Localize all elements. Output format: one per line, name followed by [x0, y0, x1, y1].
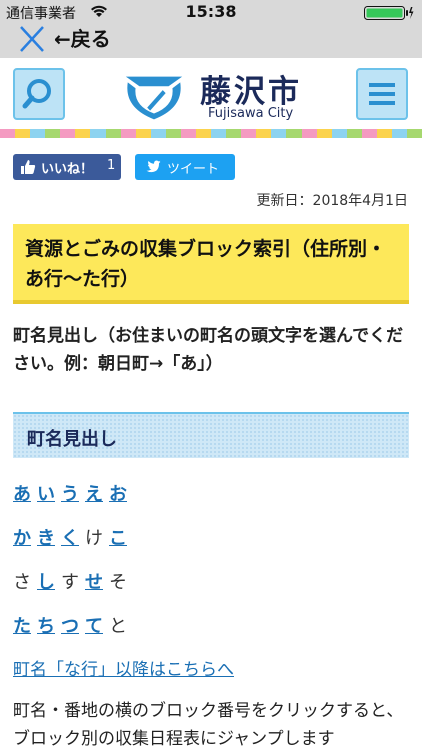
- section-heading-text: 町名見出し: [27, 429, 117, 450]
- decorative-stripe: [0, 129, 422, 138]
- stripe-segment: [331, 129, 347, 138]
- site-header: 藤沢市 Fujisawa City: [0, 58, 422, 128]
- kana-text: と: [109, 616, 127, 637]
- stripe-segment: [105, 129, 121, 138]
- stripe-segment: [180, 129, 197, 138]
- menu-button[interactable]: [356, 68, 408, 120]
- kana-row-sa: さしすせそ: [13, 568, 133, 594]
- city-logo[interactable]: 藤沢市 Fujisawa City: [120, 66, 320, 126]
- stripe-segment: [15, 129, 31, 138]
- page-title: 資源とごみの収集ブロック索引（住所別・あ行～た行）: [25, 238, 387, 290]
- stripe-segment: [407, 129, 422, 138]
- stripe-segment: [120, 129, 136, 138]
- stripe-segment: [256, 129, 272, 138]
- thumbs-up-icon: [21, 160, 36, 174]
- clock: 15:38: [185, 2, 237, 21]
- kana-text: そ: [109, 572, 127, 593]
- kana-link[interactable]: い: [37, 484, 55, 505]
- stripe-segment: [211, 129, 227, 138]
- page-title-box: 資源とごみの収集ブロック索引（住所別・あ行～た行）: [13, 224, 409, 304]
- stripe-segment: [241, 129, 257, 138]
- kana-link[interactable]: え: [85, 484, 103, 505]
- kana-link[interactable]: つ: [61, 616, 79, 637]
- kana-link[interactable]: く: [61, 528, 79, 549]
- section-heading: 町名見出し: [13, 412, 409, 458]
- kana-text: す: [61, 572, 79, 593]
- kana-link[interactable]: し: [37, 572, 55, 593]
- logo-text-en: Fujisawa City: [208, 106, 294, 121]
- search-button[interactable]: [13, 68, 65, 120]
- stripe-segment: [30, 129, 46, 138]
- updated-date: 更新日：2018年4月1日: [256, 193, 408, 209]
- stripe-segment: [60, 129, 76, 138]
- hamburger-icon: [369, 83, 395, 105]
- kana-text: さ: [13, 572, 31, 593]
- kana-link[interactable]: き: [37, 528, 55, 549]
- next-kana-group-link[interactable]: 町名「な行」以降はこちらへ: [13, 655, 234, 680]
- kana-link[interactable]: ち: [37, 616, 55, 637]
- kana-row-a: あいうえお: [13, 480, 133, 506]
- stripe-segment: [75, 129, 91, 138]
- logo-text-jp: 藤沢市: [200, 74, 302, 110]
- instruction-text: 町名・番地の横のブロック番号をクリックすると、ブロック別の収集日程表にジャンプし…: [13, 701, 404, 749]
- stripe-segment: [392, 129, 408, 138]
- stripe-segment: [316, 129, 332, 138]
- stripe-segment: [196, 129, 212, 138]
- like-label: いいね！: [41, 162, 94, 177]
- kana-link[interactable]: お: [109, 484, 127, 505]
- stripe-segment: [376, 129, 393, 138]
- kana-text: け: [85, 528, 103, 549]
- stripe-segment: [90, 129, 106, 138]
- stripe-segment: [271, 129, 287, 138]
- kana-link[interactable]: せ: [85, 572, 103, 593]
- tweet-label: ツイート: [167, 162, 220, 177]
- kana-link[interactable]: た: [13, 616, 31, 637]
- stripe-segment: [301, 129, 317, 138]
- page-description: 町名見出し（お住まいの町名の頭文字を選んでください。例：朝日町→「あ」）: [13, 326, 404, 374]
- kana-link[interactable]: て: [85, 616, 103, 637]
- fujisawa-emblem-icon: [125, 76, 183, 120]
- facebook-like-button[interactable]: いいね！ 1: [13, 154, 121, 180]
- kana-link[interactable]: う: [61, 484, 79, 505]
- battery-icon: [364, 6, 414, 20]
- kana-link[interactable]: か: [13, 528, 31, 549]
- stripe-segment: [165, 129, 181, 138]
- status-bar: 通信事業者 15:38: [0, 0, 422, 24]
- twitter-bird-icon: [146, 160, 161, 173]
- like-count: 1: [107, 158, 116, 173]
- back-button[interactable]: ←戻る: [54, 23, 111, 52]
- stripe-segment: [226, 129, 242, 138]
- stripe-segment: [286, 129, 302, 138]
- close-icon[interactable]: [18, 24, 46, 54]
- nav-bar: ←戻る: [0, 24, 422, 58]
- tweet-button[interactable]: ツイート: [135, 154, 235, 180]
- stripe-segment: [150, 129, 166, 138]
- stripe-segment: [135, 129, 151, 138]
- kana-row-ka: かきくけこ: [13, 524, 133, 550]
- search-icon: [22, 79, 51, 109]
- stripe-segment: [0, 129, 16, 138]
- kana-row-ta: たちつてと: [13, 612, 133, 638]
- stripe-segment: [361, 129, 377, 138]
- kana-link[interactable]: あ: [13, 484, 31, 505]
- stripe-segment: [346, 129, 362, 138]
- kana-link[interactable]: こ: [109, 528, 127, 549]
- stripe-segment: [45, 129, 61, 138]
